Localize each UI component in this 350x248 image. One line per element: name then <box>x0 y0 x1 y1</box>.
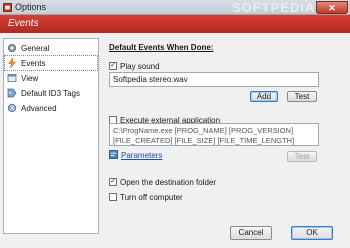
sound-file-field[interactable]: Softpedia stereo.wav <box>109 72 319 87</box>
sidebar-item-general[interactable]: General <box>5 41 97 55</box>
page-title: Events <box>8 18 39 29</box>
cancel-button[interactable]: Cancel <box>230 226 272 240</box>
header-band <box>0 15 350 33</box>
tag-icon <box>7 88 17 98</box>
open-folder-label: Open the destination folder <box>120 178 217 187</box>
section-title: Default Events When Done: <box>109 43 214 52</box>
command-line-1: C:\ProgName.exe [PROG_NAME] [PROG_VERSIO… <box>113 126 294 135</box>
command-line-field[interactable]: C:\ProgName.exe [PROG_NAME] [PROG_VERSIO… <box>109 123 319 146</box>
view-icon <box>7 74 17 82</box>
sidebar-item-label: Advanced <box>21 103 57 113</box>
turn-off-checkbox[interactable] <box>109 193 117 201</box>
test-app-button[interactable]: Test <box>287 151 317 162</box>
sidebar-item-label: General <box>21 43 50 53</box>
sidebar-item-view[interactable]: View <box>5 71 97 85</box>
sidebar-item-advanced[interactable]: Advanced <box>5 101 97 115</box>
watermark: SOFTPEDIA <box>232 0 316 15</box>
add-button[interactable]: Add <box>250 91 278 102</box>
sidebar-item-label: Default ID3 Tags <box>21 88 80 98</box>
advanced-icon <box>7 103 17 113</box>
command-line-2: [FILE_CREATED] [FILE_SIZE] [FILE_TIME_LE… <box>113 136 295 145</box>
sidebar-item-label: View <box>21 73 39 83</box>
close-button[interactable]: ✕ <box>316 1 348 14</box>
lightning-icon <box>7 58 17 68</box>
ok-button[interactable]: OK <box>291 226 333 240</box>
gear-icon <box>8 44 16 52</box>
window-title: Options <box>15 2 47 12</box>
app-icon <box>3 3 12 12</box>
parameters-link[interactable]: Parameters <box>121 151 162 160</box>
turn-off-label: Turn off computer <box>120 193 183 202</box>
sidebar-item-label: Events <box>21 58 46 68</box>
sidebar-item-default-id3-tags[interactable]: Default ID3 Tags <box>5 86 97 100</box>
play-sound-label: Play sound <box>120 62 160 71</box>
play-sound-checkbox[interactable]: ✓ <box>109 62 117 70</box>
open-folder-checkbox[interactable]: ✓ <box>109 178 117 186</box>
test-sound-button[interactable]: Test <box>287 91 317 102</box>
sidebar-item-events[interactable]: Events <box>4 55 98 71</box>
parameters-icon <box>109 150 118 159</box>
